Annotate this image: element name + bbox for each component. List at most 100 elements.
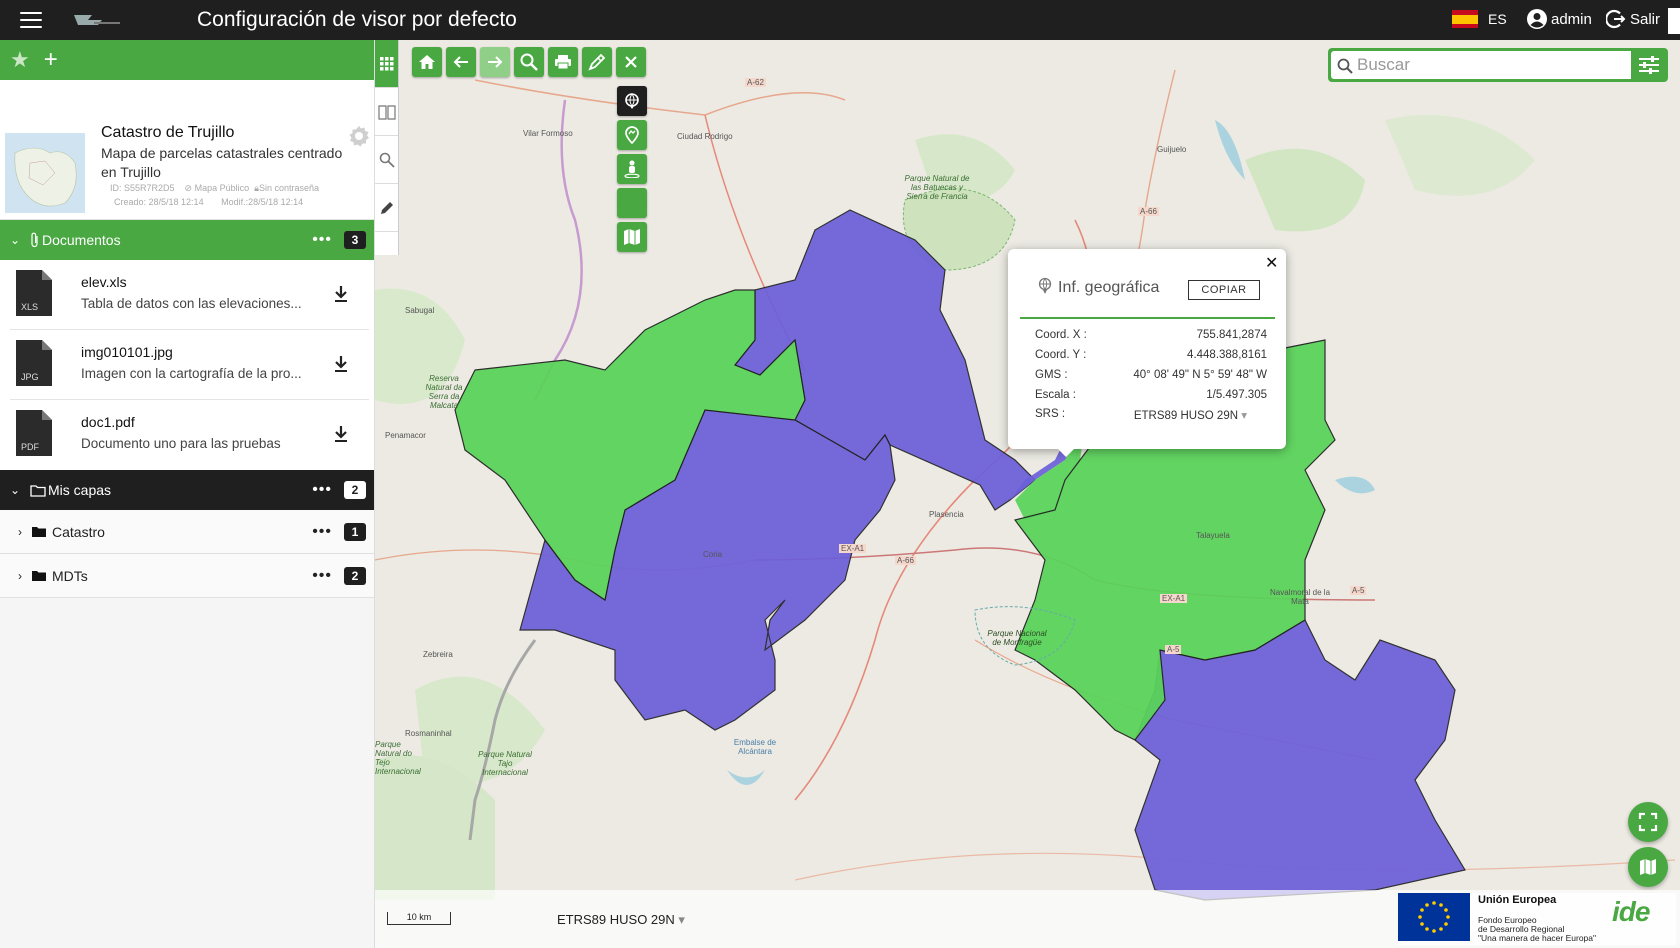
place-label: Penamacor (385, 431, 426, 440)
srs-select[interactable]: ETRS89 HUSO 29N (1134, 408, 1247, 422)
back-button[interactable] (446, 47, 476, 77)
pdf-file-icon: PDF (16, 410, 52, 456)
layer-group-catastro[interactable]: › Catastro ••• 1 (0, 510, 374, 554)
basemap-button[interactable] (617, 222, 647, 252)
more-options-icon[interactable]: ••• (312, 567, 332, 585)
search-icon (1337, 58, 1353, 74)
download-icon[interactable] (332, 354, 350, 374)
print-icon (555, 55, 571, 70)
row-value: 1/5.497.305 (1206, 389, 1267, 401)
gear-icon[interactable] (347, 124, 371, 148)
star-icon[interactable]: ★ (10, 49, 30, 71)
more-options-icon[interactable]: ••• (312, 523, 332, 541)
layer-group-mdts[interactable]: › MDTs ••• 2 (0, 554, 374, 598)
copy-button[interactable]: COPIAR (1188, 280, 1260, 300)
close-icon[interactable]: ✕ (1265, 253, 1278, 273)
document-item[interactable]: XLS elev.xls Tabla de datos con las elev… (10, 260, 369, 330)
eu-funding-logo: Unión Europea Fondo Europeo de Desarroll… (1398, 893, 1676, 945)
grid-button[interactable] (375, 40, 398, 88)
srs-selector[interactable]: ETRS89 HUSO 29N (557, 912, 685, 928)
document-item[interactable]: JPG img010101.jpg Imagen con la cartogra… (10, 330, 369, 400)
zoom-box-button[interactable] (514, 47, 544, 77)
street-view-button[interactable] (617, 154, 647, 184)
map-modified: Modif.:28/5/18 12:14 (221, 197, 304, 207)
map-title: Catastro de Trujillo (101, 124, 235, 141)
map-id: ID: S55R7R2D5 (110, 183, 175, 193)
elevation-info-button[interactable] (617, 120, 647, 150)
map-canvas[interactable]: Vilar Formoso Ciudad Rodrigo Guijuelo Sa… (375, 40, 1680, 948)
map-vertical-tools (617, 86, 647, 252)
more-options-icon[interactable]: ••• (312, 231, 332, 249)
language-selector[interactable]: ES (1452, 10, 1507, 28)
map-icon (624, 229, 640, 245)
map-meta-row-1: ID: S55R7R2D5 ⊘ Mapa Público 🔒︎Sin contr… (110, 183, 319, 194)
map-thumbnail (5, 133, 85, 213)
person-icon (624, 160, 640, 178)
park-label: Parque Natural Tajo Internacional (478, 750, 532, 777)
map-created: Creado: 28/5/18 12:14 (114, 197, 204, 207)
close-tools-button[interactable] (616, 47, 646, 77)
map-legend-button[interactable] (1628, 847, 1668, 887)
eu-flag-icon (1398, 893, 1470, 941)
eye-slash-icon: ⊘ (184, 183, 193, 193)
layer-count-badge: 1 (344, 522, 366, 541)
eu-slogan: "Una manera de hacer Europa" (1478, 933, 1597, 943)
home-button[interactable] (412, 47, 442, 77)
search-input[interactable] (1331, 51, 1631, 79)
place-label: Navalmoral de la Mata (1269, 588, 1331, 606)
layers-section-header[interactable]: ⌄ Mis capas ••• 2 (0, 470, 374, 510)
coord-y-row: Coord. Y : 4.448.388,8161 (1035, 349, 1267, 361)
folder-icon (32, 571, 46, 581)
place-label: Guijuelo (1157, 145, 1187, 154)
park-label: Parque Natural de las Batuecas y Sierra … (904, 174, 970, 201)
eu-title: Unión Europea (1478, 894, 1557, 906)
document-item[interactable]: PDF doc1.pdf Documento uno para las prue… (10, 400, 369, 470)
download-icon[interactable] (332, 284, 350, 304)
more-options-icon[interactable]: ••• (312, 481, 332, 499)
plus-icon[interactable]: + (44, 48, 58, 72)
user-icon (1527, 9, 1547, 29)
top-bar: Configuración de visor por defecto ES ad… (0, 0, 1680, 40)
popup-title: Inf. geográfica (1058, 279, 1160, 296)
place-label: Embalse de Alcántara (733, 738, 777, 756)
map-meta-row-2: Creado: 28/5/18 12:14 Modif.:28/5/18 12:… (114, 197, 303, 207)
fullscreen-icon (1638, 812, 1658, 832)
map-card[interactable]: Catastro de Trujillo Mapa de parcelas ca… (0, 80, 374, 220)
edit-button[interactable] (375, 184, 398, 232)
measure-button[interactable] (582, 47, 612, 77)
fullscreen-button[interactable] (1628, 802, 1668, 842)
row-value: 755.841,2874 (1196, 329, 1267, 341)
blank-tool-button[interactable] (617, 188, 647, 218)
user-menu[interactable]: admin (1527, 9, 1592, 29)
svg-text:PDF: PDF (21, 442, 40, 452)
documents-section-header[interactable]: ⌄ Documentos ••• 3 (0, 220, 374, 260)
menu-icon[interactable] (20, 12, 42, 28)
road-label: A-62 (745, 78, 766, 87)
place-label: Zebreira (423, 650, 453, 659)
road-label: EX-A1 (1160, 594, 1188, 603)
gms-row: GMS : 40° 08' 49" N 5° 59' 48" W (1035, 369, 1267, 381)
logout-button[interactable]: Salir (1606, 9, 1660, 29)
map-toolbar (412, 47, 646, 77)
download-icon[interactable] (332, 424, 350, 444)
park-label: Reserva Natural da Serra da Malcata (425, 374, 463, 410)
road-label: EX-A1 (839, 544, 867, 553)
sliders-icon[interactable] (1638, 55, 1660, 75)
side-tool-strip (375, 40, 399, 255)
pencil-icon (380, 201, 393, 214)
geo-info-button[interactable] (617, 86, 647, 116)
print-button[interactable] (548, 47, 578, 77)
book-button[interactable] (375, 88, 398, 136)
map-pin-icon (625, 126, 639, 144)
row-label: Coord. X : (1035, 329, 1087, 341)
folder-icon (32, 527, 46, 537)
row-label: GMS : (1035, 369, 1068, 381)
zoom-button[interactable] (375, 136, 398, 184)
road-label: A-66 (895, 556, 916, 565)
coord-x-row: Coord. X : 755.841,2874 (1035, 329, 1267, 341)
grid-icon (379, 56, 393, 70)
row-value: 4.448.388,8161 (1187, 349, 1267, 361)
svg-text:XLS: XLS (21, 302, 38, 312)
globe-pin-icon (1038, 277, 1052, 294)
forward-button[interactable] (480, 47, 510, 77)
